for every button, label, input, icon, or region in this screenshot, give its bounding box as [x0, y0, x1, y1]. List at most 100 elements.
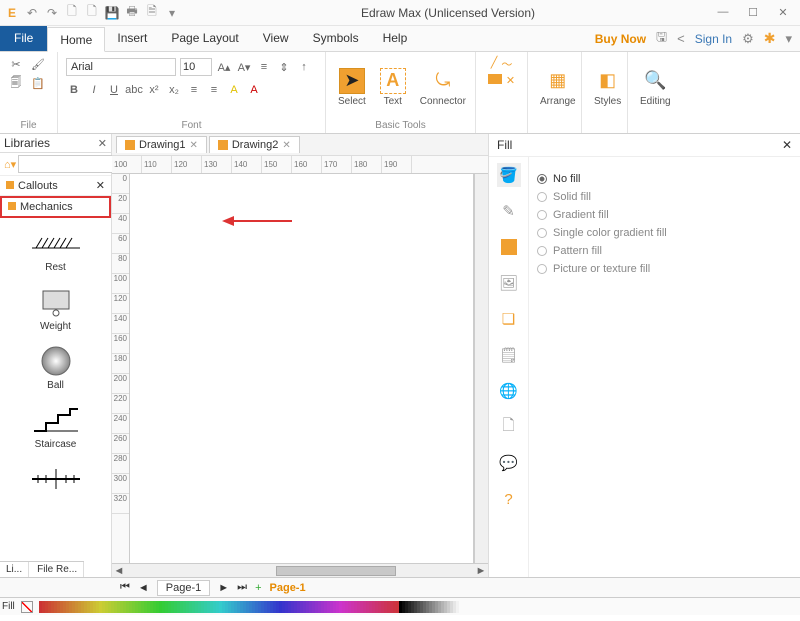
page-nav-last[interactable]: ⏭ — [237, 581, 247, 594]
file-menu[interactable]: File — [0, 26, 47, 51]
connector-tool[interactable]: ⤿ Connector — [416, 66, 470, 109]
library-cat-callouts[interactable]: Callouts ✕ — [0, 176, 111, 196]
close-icon[interactable]: ✕ — [282, 140, 290, 151]
close-icon[interactable]: ✕ — [782, 138, 792, 152]
buy-now-link[interactable]: Buy Now — [595, 32, 646, 46]
close-button[interactable]: ✕ — [776, 6, 790, 19]
font-family-select[interactable]: Arial — [66, 58, 176, 76]
editing-button[interactable]: 🔍Editing — [636, 66, 675, 109]
cut-icon[interactable]: ✂ — [8, 56, 24, 72]
print-icon[interactable]: 🖶 — [124, 5, 140, 21]
line-spacing-icon[interactable]: ⇕ — [276, 59, 292, 75]
decrease-font-icon[interactable]: A▾ — [236, 59, 252, 75]
page-nav-next[interactable]: ► — [218, 582, 229, 594]
styles-button[interactable]: ◧Styles — [590, 66, 625, 109]
superscript-icon[interactable]: x² — [146, 82, 162, 98]
drawing-canvas[interactable] — [130, 174, 474, 563]
shadow-icon[interactable] — [497, 235, 521, 259]
color-palette[interactable] — [39, 601, 459, 613]
document-tab-drawing1[interactable]: Drawing1✕ — [116, 136, 207, 153]
subscript-icon[interactable]: x₂ — [166, 82, 182, 98]
scrollbar-horizontal[interactable]: ◄ ► — [112, 563, 488, 577]
share-icon[interactable]: < — [677, 31, 685, 46]
align-center-icon[interactable]: ≡ — [206, 82, 222, 98]
maximize-button[interactable]: ☐ — [746, 6, 760, 19]
highlight-icon[interactable]: A — [226, 82, 242, 98]
no-fill-swatch[interactable] — [21, 601, 33, 613]
copy-icon[interactable]: 🗐 — [8, 75, 24, 91]
scrollbar-vertical[interactable] — [474, 174, 488, 563]
library-cat-mechanics[interactable]: Mechanics — [0, 196, 111, 218]
fill-option[interactable]: Picture or texture fill — [537, 263, 792, 275]
close-icon[interactable]: ✕ — [96, 179, 105, 192]
more-shapes-icon[interactable]: ✕ — [506, 74, 515, 87]
pen-icon[interactable]: ✎ — [497, 199, 521, 223]
tab-symbols[interactable]: Symbols — [301, 26, 371, 51]
minimize-button[interactable]: — — [716, 6, 730, 19]
tab-page-layout[interactable]: Page Layout — [159, 26, 250, 51]
underline-icon[interactable]: U — [106, 82, 122, 98]
align-top-icon[interactable]: ↑ — [296, 59, 312, 75]
shape-staircase[interactable]: Staircase — [2, 405, 109, 450]
page-nav-first[interactable]: ⏮ — [120, 581, 130, 594]
page-tab[interactable]: Page-1 — [157, 580, 210, 596]
curve-icon[interactable]: 〜 — [501, 56, 512, 72]
shape-weight[interactable]: Weight — [2, 287, 109, 332]
text-tool[interactable]: A Text — [376, 66, 410, 109]
gear-icon[interactable]: ⚙ — [742, 31, 754, 47]
brush-icon[interactable]: 🖌 — [30, 56, 46, 72]
strike-icon[interactable]: abc — [126, 82, 142, 98]
shape-extra[interactable] — [2, 464, 109, 494]
help-icon[interactable]: ? — [497, 487, 521, 511]
shape-rest[interactable]: Rest — [2, 228, 109, 273]
tab-view[interactable]: View — [251, 26, 301, 51]
comment-icon[interactable]: 💬 — [497, 451, 521, 475]
undo-icon[interactable]: ↶ — [24, 5, 40, 21]
new-doc-icon[interactable]: 🗋 — [64, 5, 80, 21]
align-left-icon[interactable]: ≡ — [186, 82, 202, 98]
collapse-ribbon-icon[interactable]: ▾ — [785, 31, 792, 47]
rect-icon[interactable] — [488, 74, 502, 84]
arrange-button[interactable]: ▦Arrange — [536, 66, 580, 109]
picture-icon[interactable]: 🖼 — [497, 271, 521, 295]
save-icon[interactable]: 💾 — [104, 5, 120, 21]
select-tool[interactable]: ➤ Select — [334, 66, 370, 109]
tab-home[interactable]: Home — [47, 27, 105, 52]
new-page-icon[interactable]: 🗋 — [84, 5, 100, 21]
tab-help[interactable]: Help — [371, 26, 420, 51]
scroll-left-icon[interactable]: ◄ — [112, 565, 126, 577]
page-icon[interactable]: 🗋 — [497, 415, 521, 439]
fill-option[interactable]: Solid fill — [537, 191, 792, 203]
bullets-icon[interactable]: ≡ — [256, 59, 272, 75]
save-cloud-icon[interactable]: 🖫 — [656, 28, 667, 50]
close-icon[interactable]: ✕ — [189, 140, 197, 151]
preview-icon[interactable]: 🗎 — [144, 5, 160, 21]
paste-icon[interactable]: 📋 — [30, 75, 46, 91]
add-page-button[interactable]: + — [255, 582, 261, 594]
line-icon[interactable]: ╱ — [491, 56, 498, 72]
increase-font-icon[interactable]: A▴ — [216, 59, 232, 75]
list-icon[interactable]: 🗒 — [497, 343, 521, 367]
bold-icon[interactable]: B — [66, 82, 82, 98]
scrollbar-thumb[interactable] — [276, 566, 396, 576]
shape-ball[interactable]: Ball — [2, 346, 109, 391]
qat-dropdown-icon[interactable]: ▾ — [164, 5, 180, 21]
italic-icon[interactable]: I — [86, 82, 102, 98]
font-size-select[interactable]: 10 — [180, 58, 212, 76]
tab-insert[interactable]: Insert — [105, 26, 159, 51]
fill-option[interactable]: No fill — [537, 173, 792, 185]
globe-icon[interactable]: 🌐 — [497, 379, 521, 403]
bottom-tab-li[interactable]: Li... — [0, 562, 29, 577]
font-color-icon[interactable]: A — [246, 82, 262, 98]
scroll-right-icon[interactable]: ► — [474, 565, 488, 577]
page-nav-prev[interactable]: ◄ — [138, 582, 149, 594]
libraries-close-icon[interactable]: ✕ — [98, 137, 107, 150]
fill-option[interactable]: Single color gradient fill — [537, 227, 792, 239]
redo-icon[interactable]: ↷ — [44, 5, 60, 21]
sign-in-link[interactable]: Sign In — [695, 32, 732, 46]
bucket-icon[interactable]: 🪣 — [497, 163, 521, 187]
fill-option[interactable]: Pattern fill — [537, 245, 792, 257]
home-icon[interactable]: ⌂▾ — [4, 158, 16, 171]
fill-option[interactable]: Gradient fill — [537, 209, 792, 221]
bottom-tab-file-re[interactable]: File Re... — [31, 562, 84, 577]
